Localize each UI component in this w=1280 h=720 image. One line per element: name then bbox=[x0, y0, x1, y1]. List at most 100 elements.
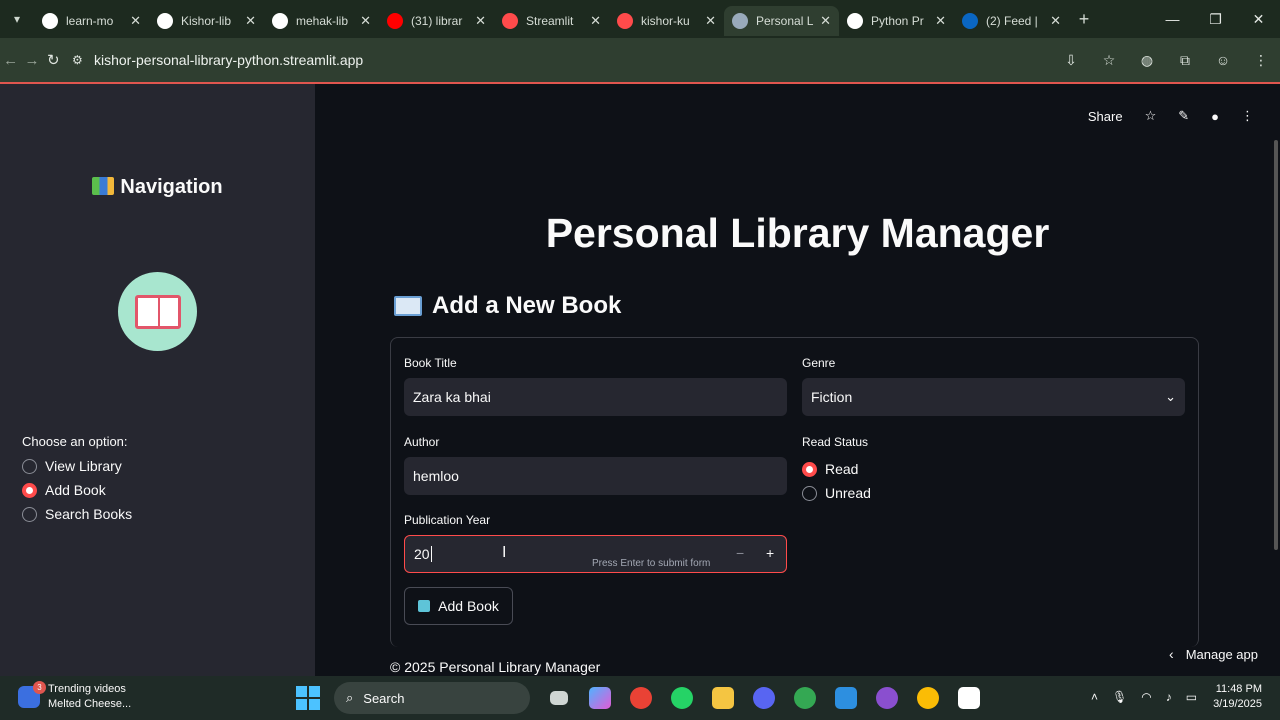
close-tab-icon[interactable]: ✕ bbox=[360, 13, 371, 29]
close-tab-icon[interactable]: ✕ bbox=[705, 13, 716, 29]
windows-taskbar: 3 Trending videos Melted Cheese... ⌕ Sea… bbox=[0, 676, 1280, 720]
book-title-input[interactable]: Zara ka bhai bbox=[404, 378, 787, 416]
chrome-alt-icon[interactable] bbox=[907, 683, 948, 713]
vscode-icon[interactable] bbox=[825, 683, 866, 713]
install-app-icon[interactable]: ⇩ bbox=[1052, 52, 1090, 69]
sidebar-option[interactable]: Search Books bbox=[22, 506, 132, 522]
browser-menu-icon[interactable]: ⋮ bbox=[1242, 52, 1280, 69]
chrome-profile-icon[interactable] bbox=[784, 683, 825, 713]
openai-icon bbox=[847, 13, 863, 29]
reload-icon[interactable]: ↻ bbox=[43, 51, 64, 69]
browser-tab[interactable]: learn-mo ✕ bbox=[34, 6, 149, 36]
author-label: Author bbox=[404, 435, 440, 449]
close-tab-icon[interactable]: ✕ bbox=[935, 13, 946, 29]
task-view-icon[interactable] bbox=[538, 683, 579, 713]
address-bar: ← → ↻ ⚙ kishor-personal-library-python.s… bbox=[0, 38, 1280, 82]
edit-icon[interactable]: ✎ bbox=[1178, 108, 1189, 124]
radio-button[interactable] bbox=[802, 485, 817, 501]
news-widget[interactable]: 3 Trending videos Melted Cheese... bbox=[18, 681, 131, 712]
browser-tab[interactable]: Python Pr ✕ bbox=[839, 6, 954, 36]
microphone-icon[interactable]: 🎙 bbox=[1112, 690, 1127, 704]
minimize-icon[interactable]: — bbox=[1151, 0, 1194, 38]
github-desktop-icon[interactable] bbox=[866, 683, 907, 713]
publication-year-label: Publication Year bbox=[404, 513, 491, 527]
url-field[interactable]: ⚙ kishor-personal-library-python.streaml… bbox=[72, 44, 1032, 76]
site-settings-icon[interactable]: ⚙ bbox=[72, 53, 94, 67]
battery-icon[interactable]: ▭ bbox=[1186, 690, 1197, 704]
close-tab-icon[interactable]: ✕ bbox=[130, 13, 141, 29]
forward-icon[interactable]: → bbox=[21, 52, 42, 69]
sidebar-option[interactable]: Add Book bbox=[22, 482, 106, 498]
read-status-option[interactable]: Read bbox=[802, 461, 858, 477]
close-tab-icon[interactable]: ✕ bbox=[820, 13, 831, 29]
clock-date: 3/19/2025 bbox=[1213, 698, 1262, 710]
sidebar-title: Navigation bbox=[0, 176, 315, 199]
browser-tab[interactable]: (31) librar ✕ bbox=[379, 6, 494, 36]
tray-overflow-icon[interactable]: ˄ bbox=[1091, 690, 1098, 704]
clock[interactable]: 11:48 PM 3/19/2025 bbox=[1213, 682, 1262, 712]
year-decrement-button[interactable]: − bbox=[736, 545, 744, 561]
read-status-option[interactable]: Unread bbox=[802, 485, 871, 501]
close-tab-icon[interactable]: ✕ bbox=[590, 13, 601, 29]
github-icon bbox=[272, 13, 288, 29]
copilot-icon[interactable] bbox=[579, 683, 620, 713]
browser-tab-label: Personal L bbox=[756, 14, 814, 28]
scrollbar[interactable] bbox=[1274, 140, 1278, 550]
text-cursor-icon: I bbox=[502, 544, 507, 561]
whatsapp-icon[interactable] bbox=[661, 683, 702, 713]
window-controls: — ❐ ✕ bbox=[1151, 0, 1280, 38]
close-tab-icon[interactable]: ✕ bbox=[245, 13, 256, 29]
share-button[interactable]: Share bbox=[1088, 109, 1123, 124]
wifi-icon[interactable]: ◠ bbox=[1141, 690, 1151, 704]
close-window-icon[interactable]: ✕ bbox=[1237, 0, 1280, 38]
windows-start-icon[interactable] bbox=[296, 686, 320, 710]
search-label: Search bbox=[363, 690, 405, 706]
clock-time: 11:48 PM bbox=[1215, 683, 1262, 695]
author-input[interactable]: hemloo bbox=[404, 457, 787, 495]
browser-tab[interactable]: Personal L ✕ bbox=[724, 6, 839, 36]
browser-tab[interactable]: (2) Feed | ✕ bbox=[954, 6, 1069, 36]
browser-tab[interactable]: Streamlit ✕ bbox=[494, 6, 609, 36]
extensions-icon[interactable]: ⧉ bbox=[1166, 52, 1204, 69]
tab-search-button[interactable]: ▾ bbox=[0, 0, 34, 38]
youtube-icon bbox=[387, 13, 403, 29]
radio-button[interactable] bbox=[22, 506, 37, 522]
choose-option-label: Choose an option: bbox=[22, 434, 128, 449]
close-tab-icon[interactable]: ✕ bbox=[475, 13, 486, 29]
browser-tab[interactable]: mehak-lib ✕ bbox=[264, 6, 379, 36]
discord-icon[interactable] bbox=[743, 683, 784, 713]
year-increment-button[interactable]: + bbox=[766, 545, 774, 561]
maximize-icon[interactable]: ❐ bbox=[1194, 0, 1237, 38]
star-icon[interactable]: ☆ bbox=[1145, 108, 1157, 124]
robot-icon bbox=[418, 600, 431, 612]
sidebar-option[interactable]: View Library bbox=[22, 458, 122, 474]
more-menu-icon[interactable]: ⋮ bbox=[1241, 108, 1254, 124]
browser-tab[interactable]: Kishor-lib ✕ bbox=[149, 6, 264, 36]
radio-button[interactable] bbox=[802, 461, 817, 477]
file-explorer-icon[interactable] bbox=[702, 683, 743, 713]
capcut-icon[interactable] bbox=[948, 683, 989, 713]
radio-button[interactable] bbox=[22, 482, 37, 498]
chrome-icon[interactable] bbox=[620, 683, 661, 713]
profile-avatar[interactable]: ☺ bbox=[1204, 52, 1242, 69]
browser-tab-label: Python Pr bbox=[871, 14, 924, 28]
genre-select[interactable]: Fiction ⌄ bbox=[802, 378, 1185, 416]
add-book-button[interactable]: Add Book bbox=[404, 587, 513, 625]
manage-app-button[interactable]: ‹ Manage app bbox=[1169, 646, 1258, 662]
close-tab-icon[interactable]: ✕ bbox=[1050, 13, 1061, 29]
volume-icon[interactable]: ♪ bbox=[1166, 690, 1172, 704]
browser-tab[interactable]: kishor-ku ✕ bbox=[609, 6, 724, 36]
back-icon[interactable]: ← bbox=[0, 52, 21, 69]
browser-tab-label: kishor-ku bbox=[641, 14, 690, 28]
radio-button[interactable] bbox=[22, 458, 37, 474]
github-icon bbox=[157, 13, 173, 29]
taskbar-search[interactable]: ⌕ Search bbox=[334, 682, 530, 714]
translate-icon[interactable]: ◍ bbox=[1128, 52, 1166, 69]
books-icon bbox=[92, 177, 115, 195]
bookmark-star-icon[interactable]: ☆ bbox=[1090, 52, 1128, 69]
genre-value: Fiction bbox=[811, 389, 853, 405]
github-icon[interactable]: ● bbox=[1211, 109, 1219, 124]
book-icon bbox=[394, 296, 422, 316]
new-tab-button[interactable]: + bbox=[1069, 9, 1099, 30]
browser-tab-bar: ▾ learn-mo ✕ Kishor-lib ✕ mehak-lib ✕ (31) lib… bbox=[0, 0, 1280, 38]
